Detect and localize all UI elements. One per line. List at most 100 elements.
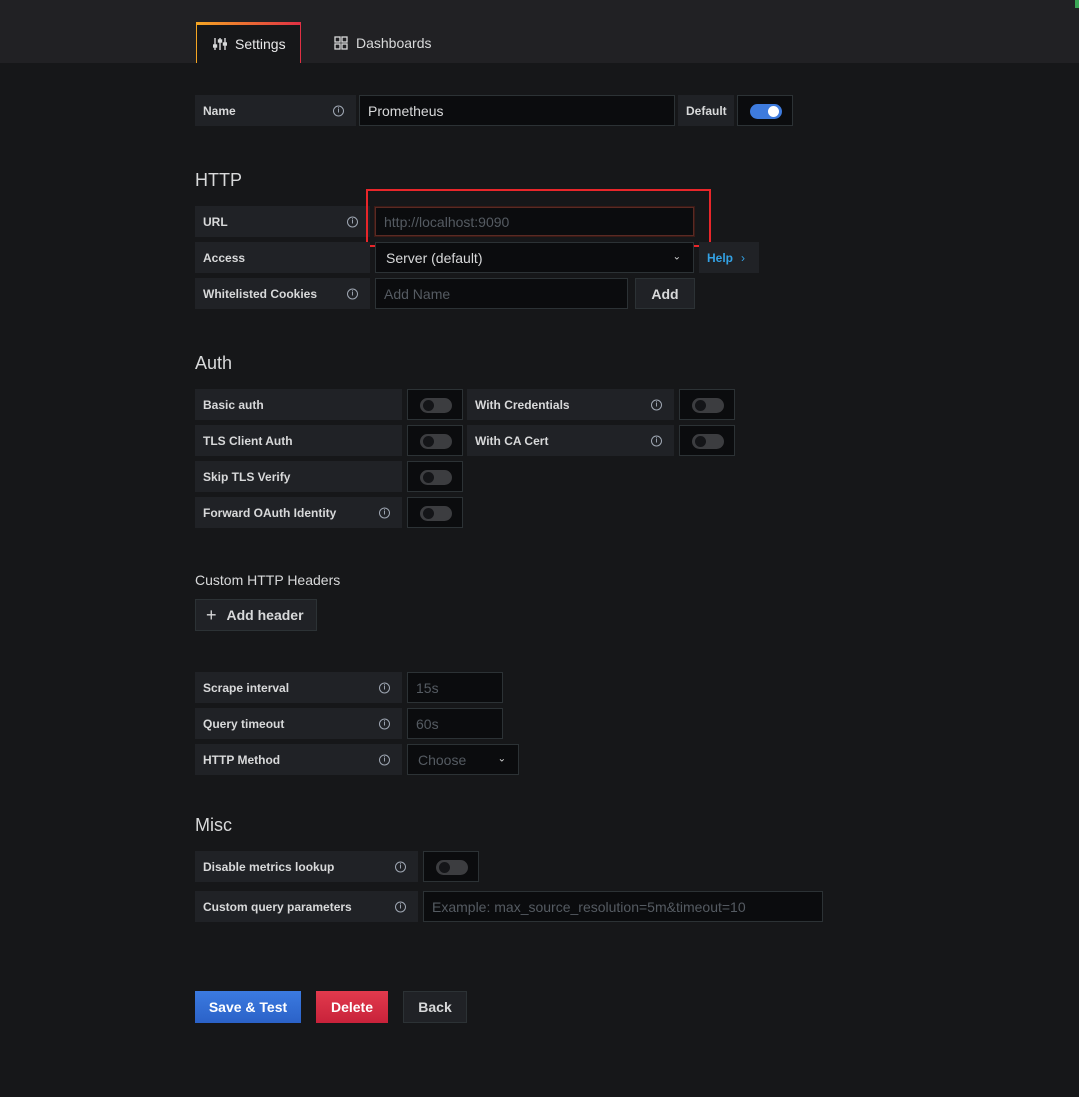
tab-label: Settings <box>235 36 286 52</box>
skip-tls-label: Skip TLS Verify <box>195 461 402 492</box>
http-method-select[interactable]: Choose ⌄ <box>407 744 519 775</box>
tls-client-auth-toggle[interactable] <box>420 434 452 449</box>
with-ca-cert-text: With CA Cert <box>475 433 549 448</box>
name-value: Prometheus <box>368 102 444 119</box>
with-ca-cert-label: With CA Cert i <box>467 425 674 456</box>
info-icon: i <box>395 861 406 872</box>
sliders-icon <box>213 37 227 51</box>
delete-label: Delete <box>330 999 374 1015</box>
basic-auth-toggle[interactable] <box>420 398 452 413</box>
disable-metrics-label: Disable metrics lookup i <box>195 851 418 882</box>
misc-section-title: Misc <box>195 815 232 835</box>
info-icon: i <box>651 399 662 410</box>
info-icon: i <box>347 288 358 299</box>
delete-button[interactable]: Delete <box>316 991 388 1023</box>
url-highlight-box <box>366 189 711 247</box>
basic-auth-text: Basic auth <box>203 397 264 412</box>
custom-params-text: Custom query parameters <box>203 899 352 914</box>
url-label: URL i <box>195 206 370 237</box>
add-label: Add <box>651 285 679 302</box>
save-test-label: Save & Test <box>208 999 288 1015</box>
tab-dashboards[interactable]: Dashboards <box>334 22 432 63</box>
info-icon: i <box>379 507 390 518</box>
default-toggle[interactable] <box>750 104 782 119</box>
disable-metrics-toggle[interactable] <box>436 860 468 875</box>
basic-auth-label: Basic auth <box>195 389 402 420</box>
skip-tls-switch-box <box>407 461 463 492</box>
url-label-text: URL <box>203 214 228 229</box>
access-label: Access <box>195 242 370 273</box>
http-method-placeholder: Choose <box>418 751 467 768</box>
basic-auth-switch-box <box>407 389 463 420</box>
back-label: Back <box>418 999 452 1015</box>
page-header <box>0 0 1079 63</box>
with-credentials-toggle[interactable] <box>692 398 724 413</box>
scrape-interval-input[interactable]: 15s <box>407 672 503 703</box>
info-icon: i <box>347 216 358 227</box>
http-method-label: HTTP Method i <box>195 744 402 775</box>
info-icon: i <box>395 901 406 912</box>
skip-tls-toggle[interactable] <box>420 470 452 485</box>
back-button[interactable]: Back <box>403 991 467 1023</box>
forward-oauth-text: Forward OAuth Identity <box>203 505 337 520</box>
disable-metrics-text: Disable metrics lookup <box>203 859 335 874</box>
add-header-label: Add header <box>226 607 304 623</box>
scrape-interval-text: Scrape interval <box>203 680 290 695</box>
access-select[interactable]: Server (default) ⌄ <box>375 242 694 273</box>
tab-settings[interactable]: Settings <box>196 22 301 63</box>
custom-params-input[interactable]: Example: max_source_resolution=5m&timeou… <box>423 891 823 922</box>
access-help-button[interactable]: Help › <box>699 242 759 273</box>
with-credentials-switch-box <box>679 389 735 420</box>
info-icon: i <box>651 435 662 446</box>
headers-section-title: Custom HTTP Headers <box>195 572 341 588</box>
grid-icon <box>334 35 348 50</box>
add-cookie-button[interactable]: Add <box>635 278 695 309</box>
access-label-text: Access <box>203 250 246 265</box>
scrape-interval-placeholder: 15s <box>416 679 439 696</box>
info-icon: i <box>333 105 344 116</box>
tab-label: Dashboards <box>356 34 432 51</box>
query-timeout-label: Query timeout i <box>195 708 402 739</box>
help-label: Help <box>707 250 734 265</box>
info-icon: i <box>379 754 390 765</box>
forward-oauth-switch-box <box>407 497 463 528</box>
info-icon: i <box>379 682 390 693</box>
http-method-text: HTTP Method <box>203 752 281 767</box>
disable-metrics-switch-box <box>423 851 479 882</box>
forward-oauth-toggle[interactable] <box>420 506 452 521</box>
access-value: Server (default) <box>386 249 483 266</box>
add-header-button[interactable]: + Add header <box>195 599 317 631</box>
save-test-button[interactable]: Save & Test <box>195 991 301 1023</box>
chevron-right-icon: › <box>741 250 746 265</box>
info-icon: i <box>379 718 390 729</box>
default-label-text: Default <box>686 103 727 118</box>
cookies-label-text: Whitelisted Cookies <box>203 286 318 301</box>
with-credentials-label: With Credentials i <box>467 389 674 420</box>
status-indicator <box>1075 0 1079 8</box>
default-switch-box <box>737 95 793 126</box>
name-input[interactable]: Prometheus <box>359 95 675 126</box>
with-ca-cert-toggle[interactable] <box>692 434 724 449</box>
tls-client-auth-text: TLS Client Auth <box>203 433 293 448</box>
tls-client-auth-label: TLS Client Auth <box>195 425 402 456</box>
cookies-placeholder: Add Name <box>384 285 451 302</box>
query-timeout-placeholder: 60s <box>416 715 439 732</box>
name-label: Name i <box>195 95 356 126</box>
with-credentials-text: With Credentials <box>475 397 570 412</box>
cookies-input[interactable]: Add Name <box>375 278 628 309</box>
custom-params-label: Custom query parameters i <box>195 891 418 922</box>
scrape-interval-label: Scrape interval i <box>195 672 402 703</box>
chevron-down-icon: ⌄ <box>497 752 506 764</box>
custom-params-placeholder: Example: max_source_resolution=5m&timeou… <box>432 898 746 915</box>
plus-icon: + <box>206 605 217 625</box>
with-ca-cert-switch-box <box>679 425 735 456</box>
default-label: Default <box>678 95 734 126</box>
query-timeout-text: Query timeout <box>203 716 285 731</box>
query-timeout-input[interactable]: 60s <box>407 708 503 739</box>
cookies-label: Whitelisted Cookies i <box>195 278 370 309</box>
chevron-down-icon: ⌄ <box>672 250 681 262</box>
tls-client-auth-switch-box <box>407 425 463 456</box>
auth-section-title: Auth <box>195 353 233 373</box>
http-section-title: HTTP <box>195 170 242 190</box>
skip-tls-text: Skip TLS Verify <box>203 469 291 484</box>
